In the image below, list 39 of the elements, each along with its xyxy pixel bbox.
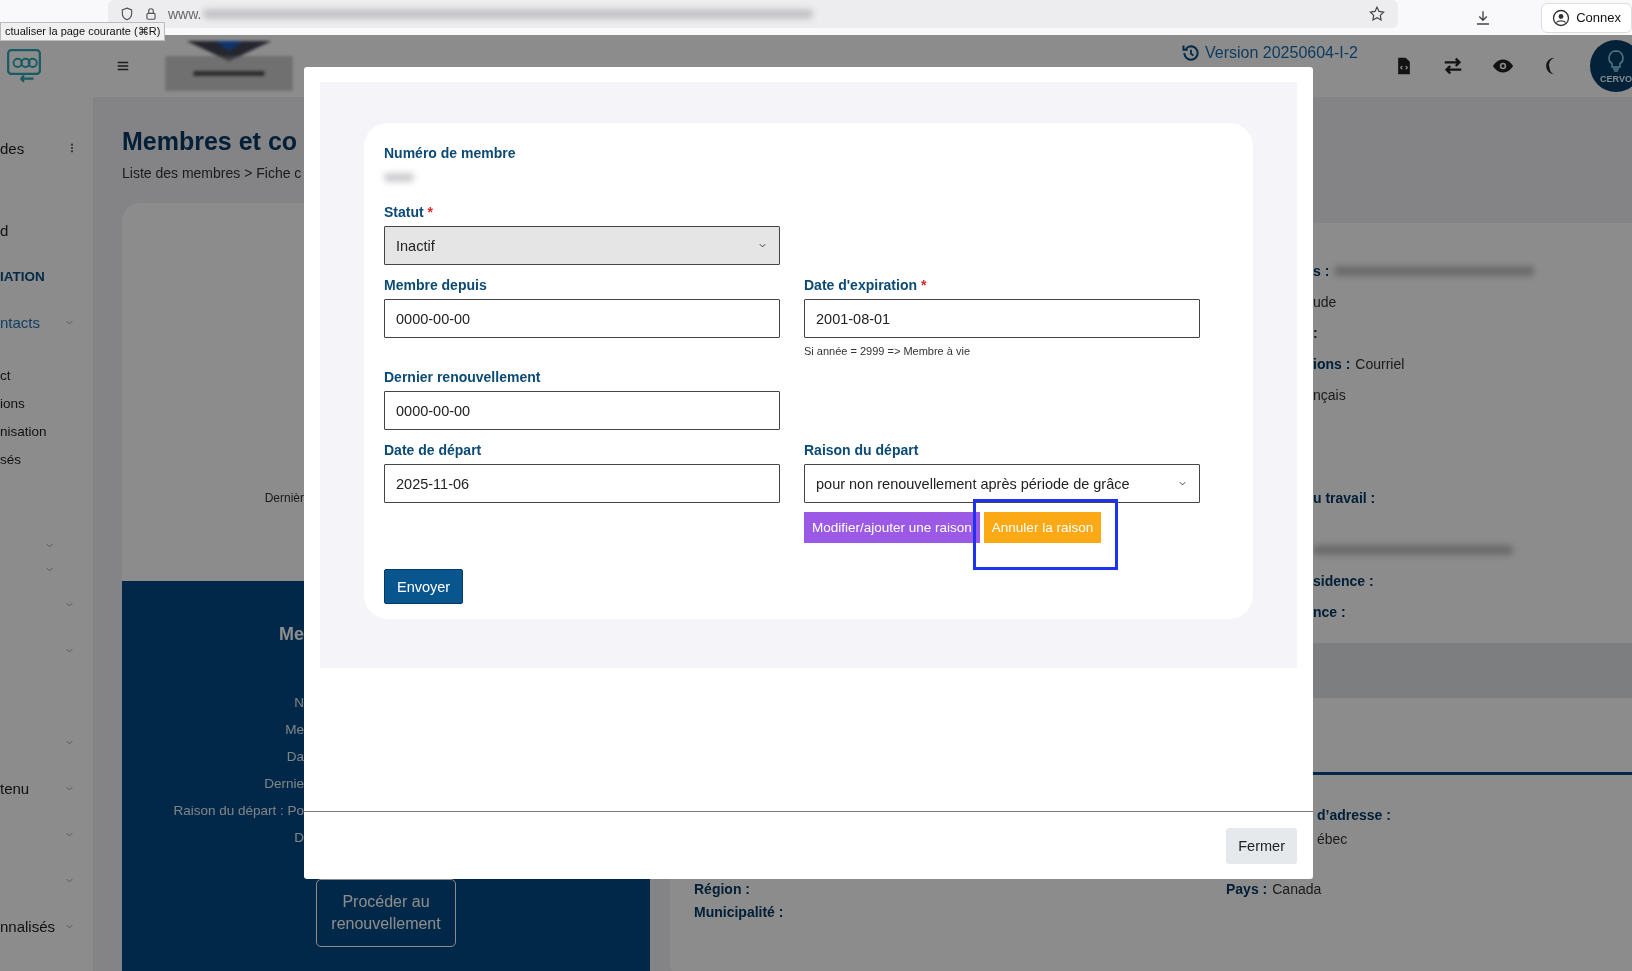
field-value: Canada bbox=[1272, 880, 1322, 897]
info-line: D bbox=[294, 829, 304, 847]
field-label: Dernier renouvellement bbox=[384, 369, 541, 385]
hint-text: Si année = 2999 => Membre à vie bbox=[804, 345, 971, 357]
field-label: nce : bbox=[1313, 603, 1346, 620]
info-line: Me bbox=[285, 721, 304, 739]
field-label: sidence : bbox=[1313, 572, 1374, 589]
info-line: Raison du départ : Po bbox=[173, 802, 304, 820]
info-line: Dernie bbox=[264, 775, 304, 793]
field-value: nçais bbox=[1313, 386, 1346, 403]
field-value: Courriel bbox=[1355, 355, 1405, 372]
tooltip: ctualiser la page courante (⌘R) bbox=[0, 22, 166, 41]
info-line: Da bbox=[286, 748, 304, 766]
field-label: Membre depuis bbox=[384, 277, 487, 293]
field-label: u travail : bbox=[1313, 490, 1376, 506]
section-heading: IATION bbox=[0, 268, 45, 284]
required-mark: * bbox=[427, 204, 433, 220]
field-value: ude bbox=[1313, 293, 1337, 310]
required-mark: * bbox=[920, 277, 927, 293]
field-label: ions : bbox=[1313, 355, 1351, 372]
field-label: d’adresse : bbox=[1317, 807, 1391, 823]
field-label: Numéro de membre bbox=[384, 145, 516, 161]
field-label: Région : bbox=[694, 880, 750, 897]
field-label: Dernièr bbox=[264, 491, 304, 505]
version-label: Version 20250604-I-2 bbox=[1205, 44, 1358, 62]
field-label: Raison du départ bbox=[804, 442, 919, 458]
panel-title: Me bbox=[279, 624, 304, 645]
url-text: www. bbox=[168, 6, 202, 22]
field-label: s : bbox=[1313, 262, 1330, 279]
field-label: Date de départ bbox=[384, 442, 482, 458]
info-line: N bbox=[294, 694, 304, 712]
avatar-label: CERVO bbox=[1600, 74, 1632, 84]
field-label: Date d'expiration * bbox=[804, 277, 927, 293]
page-title: Membres et co bbox=[122, 126, 298, 157]
field-label: Pays : bbox=[1226, 880, 1268, 897]
field-value: ébec bbox=[1317, 831, 1348, 847]
field-label: : bbox=[1313, 324, 1318, 341]
field-label: Statut * bbox=[384, 204, 433, 220]
field-label: Municipalité : bbox=[694, 903, 784, 920]
